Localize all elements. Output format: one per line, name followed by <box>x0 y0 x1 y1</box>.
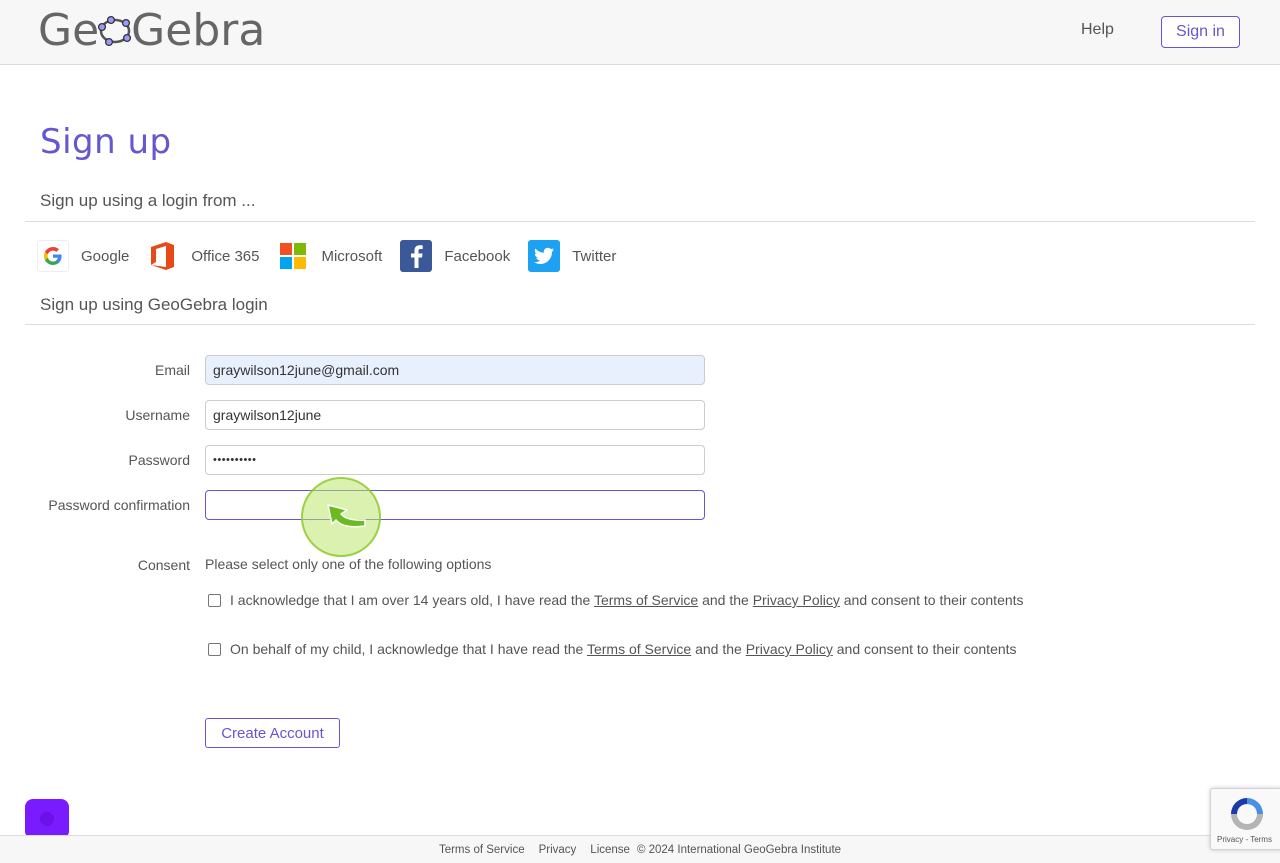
footer-license-link[interactable]: License <box>590 844 630 856</box>
logo-text-left: Ge <box>38 4 100 56</box>
provider-label: Microsoft <box>321 247 383 265</box>
recaptcha-icon <box>1231 798 1263 830</box>
page-title: Sign up <box>40 122 172 162</box>
consent-option-child: On behalf of my child, I acknowledge tha… <box>208 641 1017 657</box>
footer-terms-link[interactable]: Terms of Service <box>439 844 525 856</box>
microsoft-login-button[interactable]: Microsoft <box>277 240 382 272</box>
consent-adult-checkbox[interactable] <box>208 593 221 607</box>
consent-option-adult: I acknowledge that I am over 14 years ol… <box>208 592 1024 608</box>
consent-label: Consent <box>137 557 190 573</box>
terms-of-service-link[interactable]: Terms of Service <box>594 592 698 608</box>
facebook-login-button[interactable]: Facebook <box>400 240 510 272</box>
consent-instruction: Please select only one of the following … <box>205 556 492 572</box>
provider-label: Facebook <box>444 247 511 265</box>
email-label: Email <box>154 362 190 378</box>
password-label: Password <box>128 452 190 468</box>
social-providers: Google Office 365 Microsoft Facebook Twi… <box>37 238 634 274</box>
office365-login-button[interactable]: Office 365 <box>147 240 259 272</box>
password-confirmation-field[interactable] <box>205 490 705 520</box>
top-header: Ge Gebra Help Sign in <box>0 0 1280 65</box>
logo-text-right: Gebra <box>131 4 266 56</box>
terms-of-service-link[interactable]: Terms of Service <box>587 641 691 657</box>
divider <box>25 221 1255 222</box>
social-signup-heading: Sign up using a login from ... <box>40 191 256 210</box>
email-field[interactable] <box>205 355 705 385</box>
chat-icon <box>40 812 54 826</box>
help-link[interactable]: Help <box>1081 21 1114 39</box>
create-account-button[interactable]: Create Account <box>205 718 340 748</box>
username-field[interactable] <box>205 400 705 430</box>
divider <box>25 324 1255 325</box>
twitter-login-button[interactable]: Twitter <box>528 240 616 272</box>
consent-text: On behalf of my child, I acknowledge tha… <box>230 641 1017 657</box>
sign-in-button[interactable]: Sign in <box>1161 16 1240 48</box>
google-login-button[interactable]: Google <box>37 240 129 272</box>
password-field[interactable] <box>205 445 705 475</box>
recaptcha-links[interactable]: Privacy - Terms <box>1217 835 1272 844</box>
google-icon <box>37 240 69 272</box>
office365-icon <box>147 240 179 272</box>
recaptcha-badge[interactable]: Privacy - Terms <box>1210 788 1280 850</box>
footer: Terms of Service Privacy License © 2024 … <box>0 835 1280 863</box>
footer-privacy-link[interactable]: Privacy <box>539 844 577 856</box>
privacy-policy-link[interactable]: Privacy Policy <box>753 592 840 608</box>
cursor-arrow-icon <box>327 504 366 528</box>
provider-label: Google <box>81 247 130 265</box>
facebook-icon <box>400 240 433 272</box>
geogebra-logo[interactable]: Ge Gebra <box>38 4 265 56</box>
footer-copyright: © 2024 International GeoGebra Institute <box>636 843 842 856</box>
password-confirmation-label: Password confirmation <box>48 497 190 513</box>
consent-text: I acknowledge that I am over 14 years ol… <box>230 592 1024 608</box>
provider-label: Twitter <box>572 247 617 265</box>
local-signup-heading: Sign up using GeoGebra login <box>40 295 268 314</box>
microsoft-icon <box>277 240 309 272</box>
click-indicator <box>301 477 381 557</box>
provider-label: Office 365 <box>191 247 260 265</box>
consent-child-checkbox[interactable] <box>208 642 221 656</box>
username-label: Username <box>125 407 190 423</box>
logo-pentagon-icon <box>98 15 132 47</box>
privacy-policy-link[interactable]: Privacy Policy <box>746 641 833 657</box>
chat-widget-button[interactable] <box>25 799 69 839</box>
twitter-icon <box>528 240 561 272</box>
